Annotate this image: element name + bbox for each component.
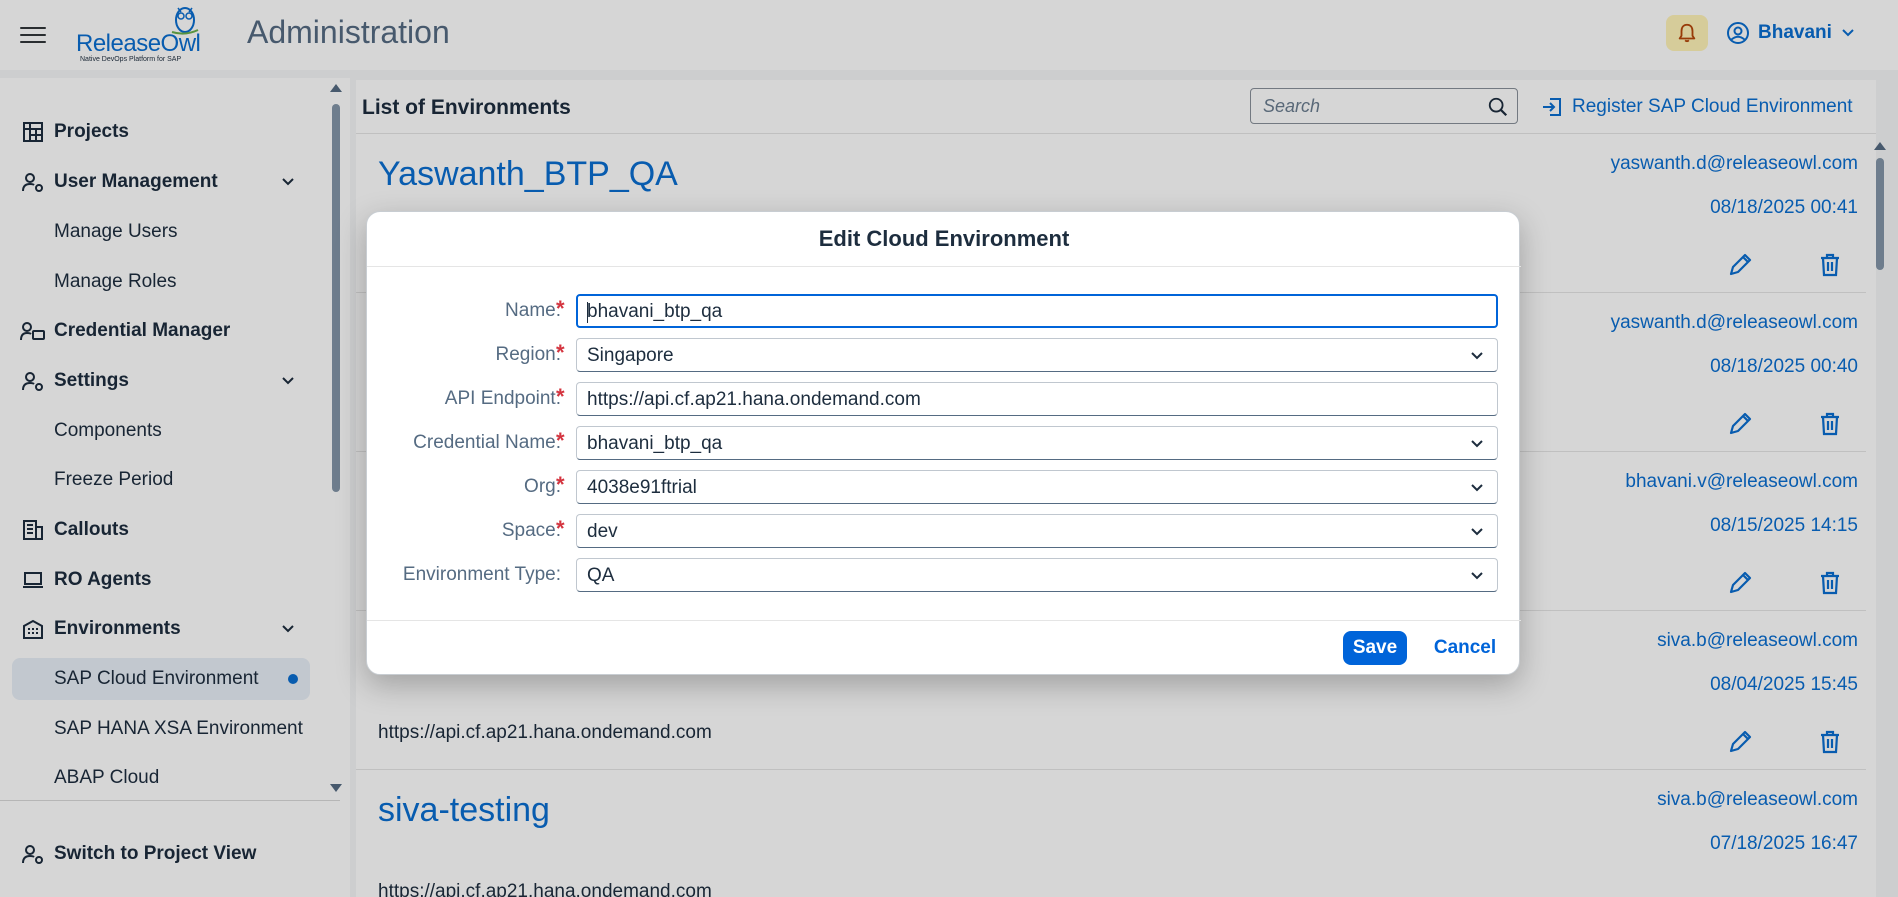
form-row-region: Region: * Singapore bbox=[367, 338, 1521, 372]
cancel-button[interactable]: Cancel bbox=[1425, 631, 1505, 665]
form-row-environment-type: Environment Type: QA bbox=[367, 558, 1521, 592]
field-label: Credential Name: bbox=[413, 432, 561, 453]
required-marker: * bbox=[556, 296, 565, 321]
field-value: bhavani_btp_qa bbox=[587, 301, 723, 322]
environment-type-select[interactable]: QA bbox=[576, 558, 1498, 592]
name-input[interactable]: bhavani_btp_qa bbox=[576, 294, 1498, 328]
form-row-space: Space: * dev bbox=[367, 514, 1521, 548]
required-marker: * bbox=[556, 340, 565, 365]
chevron-down-icon[interactable] bbox=[1469, 568, 1485, 584]
field-value: bhavani_btp_qa bbox=[587, 433, 723, 454]
chevron-down-icon[interactable] bbox=[1469, 524, 1485, 540]
chevron-down-icon[interactable] bbox=[1469, 436, 1485, 452]
field-value: dev bbox=[587, 521, 618, 542]
save-button[interactable]: Save bbox=[1343, 631, 1407, 665]
chevron-down-icon[interactable] bbox=[1469, 480, 1485, 496]
field-label: API Endpoint: bbox=[444, 388, 561, 409]
field-label: Space: bbox=[501, 520, 561, 541]
form-row-org: Org: * 4038e91ftrial bbox=[367, 470, 1521, 504]
field-value: QA bbox=[587, 565, 615, 586]
required-marker: * bbox=[556, 516, 565, 541]
org-select[interactable]: 4038e91ftrial bbox=[576, 470, 1498, 504]
required-marker: * bbox=[556, 384, 565, 409]
form-row-credential-name: Credential Name: * bhavani_btp_qa bbox=[367, 426, 1521, 460]
form-row-name: Name: * bhavani_btp_qa bbox=[367, 294, 1521, 328]
edit-environment-dialog: Edit Cloud Environment Name: * bhavani_b… bbox=[366, 211, 1521, 676]
field-label: Environment Type: bbox=[402, 564, 561, 585]
field-value: 4038e91ftrial bbox=[587, 477, 697, 498]
field-label: Name: bbox=[505, 300, 561, 321]
field-value: Singapore bbox=[587, 345, 674, 366]
form-row-api-endpoint: API Endpoint: * https://api.cf.ap21.hana… bbox=[367, 382, 1521, 416]
region-select[interactable]: Singapore bbox=[576, 338, 1498, 372]
field-label: Region: bbox=[495, 344, 562, 365]
field-value: https://api.cf.ap21.hana.ondemand.com bbox=[587, 389, 921, 410]
space-select[interactable]: dev bbox=[576, 514, 1498, 548]
required-marker: * bbox=[556, 472, 565, 497]
dialog-title: Edit Cloud Environment bbox=[367, 212, 1521, 267]
credential-name-select[interactable]: bhavani_btp_qa bbox=[576, 426, 1498, 460]
api-endpoint-input[interactable]: https://api.cf.ap21.hana.ondemand.com bbox=[576, 382, 1498, 416]
chevron-down-icon[interactable] bbox=[1469, 348, 1485, 364]
required-marker: * bbox=[556, 428, 565, 453]
dialog-footer: Save Cancel bbox=[367, 620, 1521, 676]
